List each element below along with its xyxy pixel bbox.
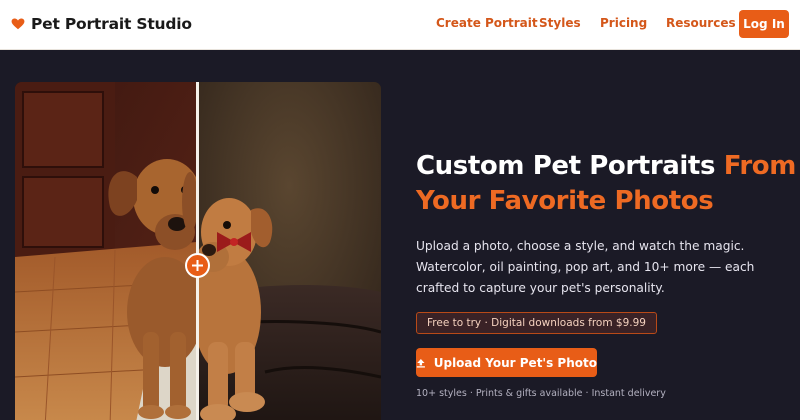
nav-link-pricing[interactable]: Pricing: [600, 16, 647, 30]
comparison-handle[interactable]: [185, 253, 210, 278]
nav-link-create-portrait[interactable]: Create Portrait: [436, 16, 538, 30]
brand-name: Pet Portrait Studio: [31, 15, 192, 33]
upload-photo-button[interactable]: Upload Your Pet's Photo: [416, 348, 597, 377]
upload-icon: [416, 358, 425, 368]
original-photo: [15, 82, 197, 420]
plus-icon: [192, 260, 203, 271]
nav-link-resources[interactable]: Resources: [666, 16, 736, 30]
upload-button-label: Upload Your Pet's Photo: [433, 355, 597, 370]
hero-title: Custom Pet Portraits From Your Favorite …: [416, 149, 796, 219]
portrait-render: [197, 82, 381, 420]
top-nav: Pet Portrait Studio Create Portrait Styl…: [0, 0, 800, 50]
hero-title-plain: Custom Pet Portraits: [416, 151, 716, 181]
feature-list: 10+ styles · Prints & gifts available · …: [416, 388, 666, 399]
before-after-comparison[interactable]: [15, 82, 381, 420]
promo-badge: Free to try · Digital downloads from $9.…: [416, 312, 657, 334]
brand-logo[interactable]: Pet Portrait Studio: [11, 13, 192, 35]
heart-icon: [11, 18, 25, 30]
comparison-divider[interactable]: [196, 82, 199, 420]
login-button[interactable]: Log In: [739, 10, 789, 38]
hero-subtitle: Upload a photo, choose a style, and watc…: [416, 239, 755, 295]
nav-link-styles[interactable]: Styles: [539, 16, 581, 30]
